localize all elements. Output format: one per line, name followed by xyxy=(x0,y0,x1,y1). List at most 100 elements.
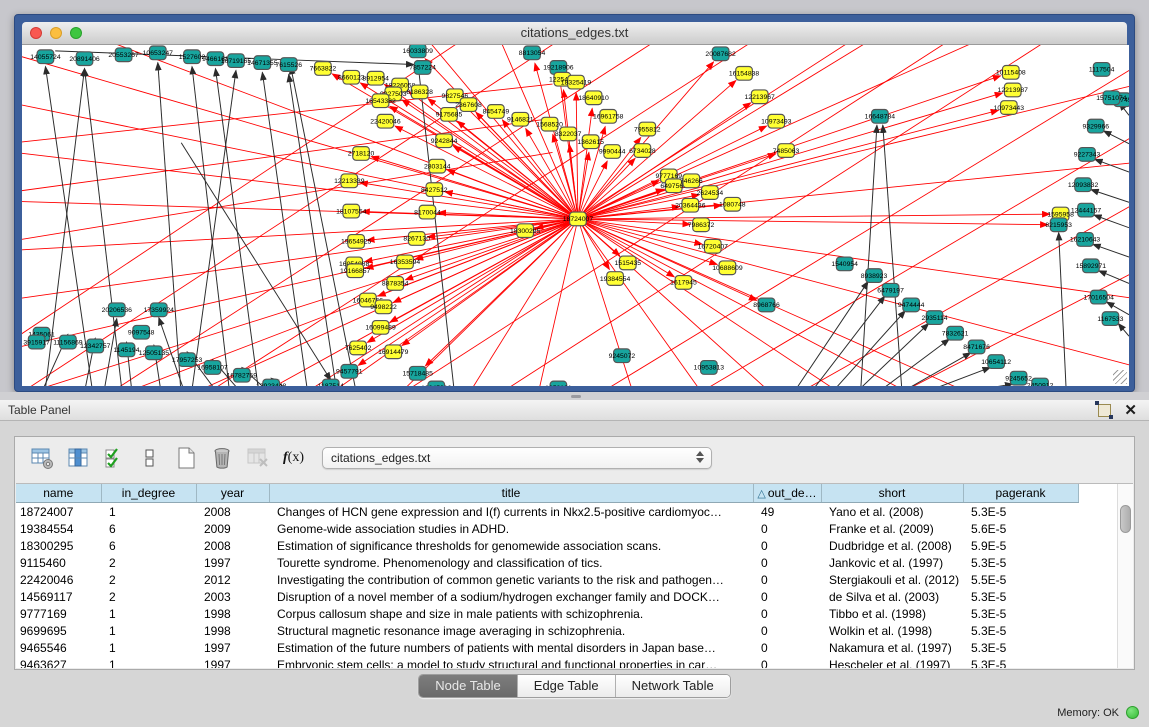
network-node[interactable]: 20206536 xyxy=(102,303,133,317)
network-node[interactable]: 22420046 xyxy=(370,114,401,128)
table-cell[interactable]: 9777169 xyxy=(16,605,101,622)
network-node[interactable]: 8968766 xyxy=(753,298,780,312)
network-node[interactable]: 14055724 xyxy=(30,50,61,64)
network-node[interactable]: 10953813 xyxy=(694,361,725,375)
network-node[interactable]: 746266 xyxy=(680,174,703,188)
network-node[interactable]: 15892971 xyxy=(1076,259,1107,273)
table-cell[interactable]: 1998 xyxy=(196,622,269,639)
network-node[interactable]: 8660123 xyxy=(338,70,365,84)
table-cell[interactable]: Corpus callosum shape and size in male p… xyxy=(269,605,753,622)
network-node[interactable]: 12093832 xyxy=(1068,178,1099,192)
table-cell[interactable]: 1 xyxy=(101,622,196,639)
network-node[interactable]: 16353594 xyxy=(390,255,421,269)
table-cell[interactable]: 1997 xyxy=(196,639,269,656)
table-row[interactable]: 946362711997Embryonic stem cells: a mode… xyxy=(16,656,1078,668)
table-cell[interactable]: Franke et al. (2009) xyxy=(821,520,963,537)
network-node[interactable]: 10115408 xyxy=(996,66,1026,80)
network-node[interactable]: 7663822 xyxy=(310,62,337,76)
network-node[interactable]: 9329966 xyxy=(1082,119,1109,133)
network-node[interactable]: 16720407 xyxy=(698,239,729,253)
network-node[interactable]: 1117504 xyxy=(1089,63,1115,77)
column-header-short[interactable]: short xyxy=(821,484,963,503)
table-cell[interactable]: Structural magnetic resonance image aver… xyxy=(269,622,753,639)
table-cell[interactable]: 2 xyxy=(101,588,196,605)
scrollbar-thumb[interactable] xyxy=(1120,505,1131,533)
network-node[interactable]: 20553267 xyxy=(108,48,139,62)
table-cell[interactable]: Nakamura et al. (1997) xyxy=(821,639,963,656)
table-cell[interactable]: 6 xyxy=(101,520,196,537)
column-header-pagerank[interactable]: pagerank xyxy=(963,484,1078,503)
network-graph[interactable]: 1405572420891406205532671065324715276029… xyxy=(22,45,1129,386)
table-cell[interactable]: Tourette syndrome. Phenomenology and cla… xyxy=(269,554,753,571)
network-node[interactable]: 1540954 xyxy=(831,257,858,271)
column-checklist-button[interactable] xyxy=(99,443,129,473)
network-node[interactable]: 1658131 xyxy=(545,381,572,386)
network-node[interactable]: 11156869 xyxy=(53,335,83,349)
table-row[interactable]: 969969511998Structural magnetic resonanc… xyxy=(16,622,1078,639)
network-node[interactable]: 18107554 xyxy=(336,204,367,218)
table-cell[interactable]: 9463627 xyxy=(16,656,101,668)
table-cell[interactable]: Genome-wide association studies in ADHD. xyxy=(269,520,753,537)
network-node[interactable]: 1167533 xyxy=(1097,312,1123,326)
network-node[interactable]: 8454749 xyxy=(483,105,510,119)
table-row[interactable]: 1456911722003Disruption of a novel membe… xyxy=(16,588,1078,605)
network-node[interactable]: 9990444 xyxy=(599,145,626,159)
table-cell[interactable]: 9115460 xyxy=(16,554,101,571)
network-node[interactable]: 8938923 xyxy=(861,269,888,283)
delete-columns-button[interactable] xyxy=(207,443,237,473)
network-node[interactable]: 20891406 xyxy=(69,52,100,66)
table-cell[interactable]: 0 xyxy=(753,639,821,656)
column-header-out_de[interactable]: △out_de… xyxy=(753,484,821,503)
table-cell[interactable]: Wolkin et al. (1998) xyxy=(821,622,963,639)
table-selector-dropdown[interactable]: citations_edges.txt xyxy=(322,447,712,469)
table-cell[interactable]: Stergiakouli et al. (2012) xyxy=(821,571,963,588)
tab-node-table[interactable]: Node Table xyxy=(419,675,518,697)
network-node[interactable]: 8427512 xyxy=(421,183,448,197)
table-row[interactable]: 2242004622012Investigating the contribut… xyxy=(16,571,1078,588)
table-cell[interactable]: 0 xyxy=(753,537,821,554)
network-node[interactable]: 2935114 xyxy=(922,311,948,325)
network-node[interactable]: 9245072 xyxy=(609,349,636,363)
table-cell[interactable]: 5.5E-5 xyxy=(963,571,1078,588)
network-node[interactable]: 17016504 xyxy=(1084,290,1115,304)
table-cell[interactable]: 5.3E-5 xyxy=(963,622,1078,639)
table-cell[interactable]: 1 xyxy=(101,605,196,622)
table-cell[interactable]: 5.3E-5 xyxy=(963,554,1078,571)
table-cell[interactable]: 1 xyxy=(101,639,196,656)
table-row[interactable]: 1938455462009Genome-wide association stu… xyxy=(16,520,1078,537)
table-row[interactable]: 946554611997Estimation of the future num… xyxy=(16,639,1078,656)
table-cell[interactable]: 5.9E-5 xyxy=(963,537,1078,554)
show-columns-button[interactable] xyxy=(63,443,93,473)
network-node[interactable]: 12213339 xyxy=(334,174,365,188)
column-header-year[interactable]: year xyxy=(196,484,269,503)
close-window-button[interactable] xyxy=(30,27,42,39)
network-node[interactable]: 8471676 xyxy=(963,340,990,354)
table-cell[interactable]: Changes of HCN gene expression and I(f) … xyxy=(269,503,753,521)
table-cell[interactable]: 9465546 xyxy=(16,639,101,656)
network-node[interactable]: 8170044 xyxy=(414,205,441,219)
table-cell[interactable]: Jankovic et al. (1997) xyxy=(821,554,963,571)
network-node[interactable]: 15718485 xyxy=(403,366,434,380)
network-node[interactable]: 12444157 xyxy=(1071,203,1102,217)
table-cell[interactable]: 0 xyxy=(753,605,821,622)
resize-grip-icon[interactable] xyxy=(1113,370,1127,384)
network-node[interactable]: 9457791 xyxy=(336,365,363,379)
column-header-name[interactable]: name xyxy=(16,484,101,503)
row-height-button[interactable] xyxy=(135,443,165,473)
table-cell[interactable]: 0 xyxy=(753,656,821,668)
minimize-window-button[interactable] xyxy=(50,27,62,39)
table-cell[interactable]: 14569117 xyxy=(16,588,101,605)
tab-edge-table[interactable]: Edge Table xyxy=(518,675,616,697)
network-node[interactable]: 1080748 xyxy=(719,197,746,211)
table-cell[interactable]: 2008 xyxy=(196,537,269,554)
table-row[interactable]: 977716911998Corpus callosum shape and si… xyxy=(16,605,1078,622)
network-node[interactable]: 16210643 xyxy=(1070,233,1101,247)
network-node[interactable]: 8813054 xyxy=(519,46,546,60)
table-cell[interactable]: 9699695 xyxy=(16,622,101,639)
table-cell[interactable]: de Silva et al. (2003) xyxy=(821,588,963,605)
network-node[interactable]: 9227343 xyxy=(1074,148,1101,162)
tab-network-table[interactable]: Network Table xyxy=(616,675,730,697)
column-header-in_degree[interactable]: in_degree xyxy=(101,484,196,503)
network-node[interactable]: 10654112 xyxy=(981,355,1011,369)
table-row[interactable]: 911546021997Tourette syndrome. Phenomeno… xyxy=(16,554,1078,571)
